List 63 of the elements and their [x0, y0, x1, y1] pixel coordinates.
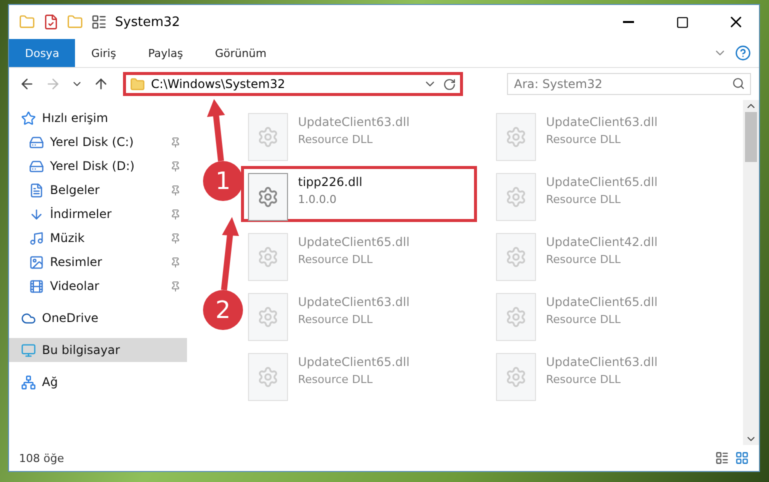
folder-icon	[130, 76, 145, 92]
gear-icon	[257, 126, 279, 148]
monitor-icon	[21, 342, 36, 358]
search-field[interactable]: Ara: System32	[507, 73, 751, 95]
gear-icon	[505, 126, 527, 148]
network-icon	[21, 374, 36, 390]
window-title: System32	[115, 14, 182, 30]
search-icon[interactable]	[732, 77, 745, 90]
sidebar-item[interactable]: Hızlı erişim	[9, 106, 187, 130]
music-note-icon	[29, 230, 44, 246]
gear-icon	[505, 186, 527, 208]
scrollbar[interactable]	[743, 100, 759, 445]
pin-icon	[170, 208, 181, 220]
gear-icon	[257, 186, 279, 208]
gear-icon	[505, 366, 527, 388]
gear-icon	[505, 306, 527, 328]
details-view-icon[interactable]	[715, 451, 729, 465]
pin-icon	[170, 136, 181, 148]
sidebar-item[interactable]: Resimler	[9, 250, 187, 274]
sidebar-item[interactable]: Yerel Disk (C:)	[9, 130, 187, 154]
film-icon	[29, 278, 44, 294]
gear-icon	[257, 366, 279, 388]
refresh-icon[interactable]	[443, 78, 456, 90]
ribbon-tab[interactable]: Paylaş	[132, 39, 199, 67]
pin-icon	[170, 280, 181, 292]
address-bar[interactable]: C:\Windows\System32	[123, 72, 463, 96]
ribbon-tab[interactable]: Görünüm	[199, 39, 282, 67]
item-count: 108 öğe	[19, 452, 64, 464]
pin-icon	[170, 184, 181, 196]
sidebar-item[interactable]: Belgeler	[9, 178, 187, 202]
pin-icon	[170, 232, 181, 244]
download-icon	[29, 206, 44, 222]
sidebar-item[interactable]: Bu bilgisayar	[9, 338, 187, 362]
star-icon	[21, 110, 36, 126]
customize-icon[interactable]	[91, 14, 107, 30]
gear-icon	[257, 306, 279, 328]
cloud-icon	[21, 310, 36, 326]
picture-icon	[29, 254, 44, 270]
step-number-badge: 2	[203, 290, 243, 330]
sidebar-item[interactable]: Müzik	[9, 226, 187, 250]
sidebar-item[interactable]: Yerel Disk (D:)	[9, 154, 187, 178]
gear-icon	[505, 246, 527, 268]
maximize-icon	[676, 16, 688, 28]
ribbon-tab[interactable]: Giriş	[75, 39, 132, 67]
sidebar-item[interactable]: İndirmeler	[9, 202, 187, 226]
properties-icon[interactable]	[43, 14, 59, 30]
help-icon[interactable]	[735, 45, 751, 61]
minimize-icon	[622, 21, 634, 23]
large-icons-view-icon[interactable]	[735, 451, 749, 465]
sidebar-item[interactable]: Videolar	[9, 274, 187, 298]
sidebar-item[interactable]: OneDrive	[9, 306, 187, 330]
annotation-arrow	[207, 99, 225, 162]
pin-icon	[170, 160, 181, 172]
drive-icon	[29, 134, 44, 150]
file-tile[interactable]: tipp226.dll 1.0.0.0	[241, 166, 477, 222]
drive-icon	[29, 158, 44, 174]
ribbon-tab[interactable]: Dosya	[9, 39, 76, 67]
gear-icon	[257, 246, 279, 268]
pin-icon	[170, 256, 181, 268]
sidebar-item[interactable]: Ağ	[9, 370, 187, 394]
step-number-badge: 1	[203, 161, 243, 201]
document-icon	[29, 182, 44, 198]
scroll-thumb[interactable]	[745, 112, 757, 162]
